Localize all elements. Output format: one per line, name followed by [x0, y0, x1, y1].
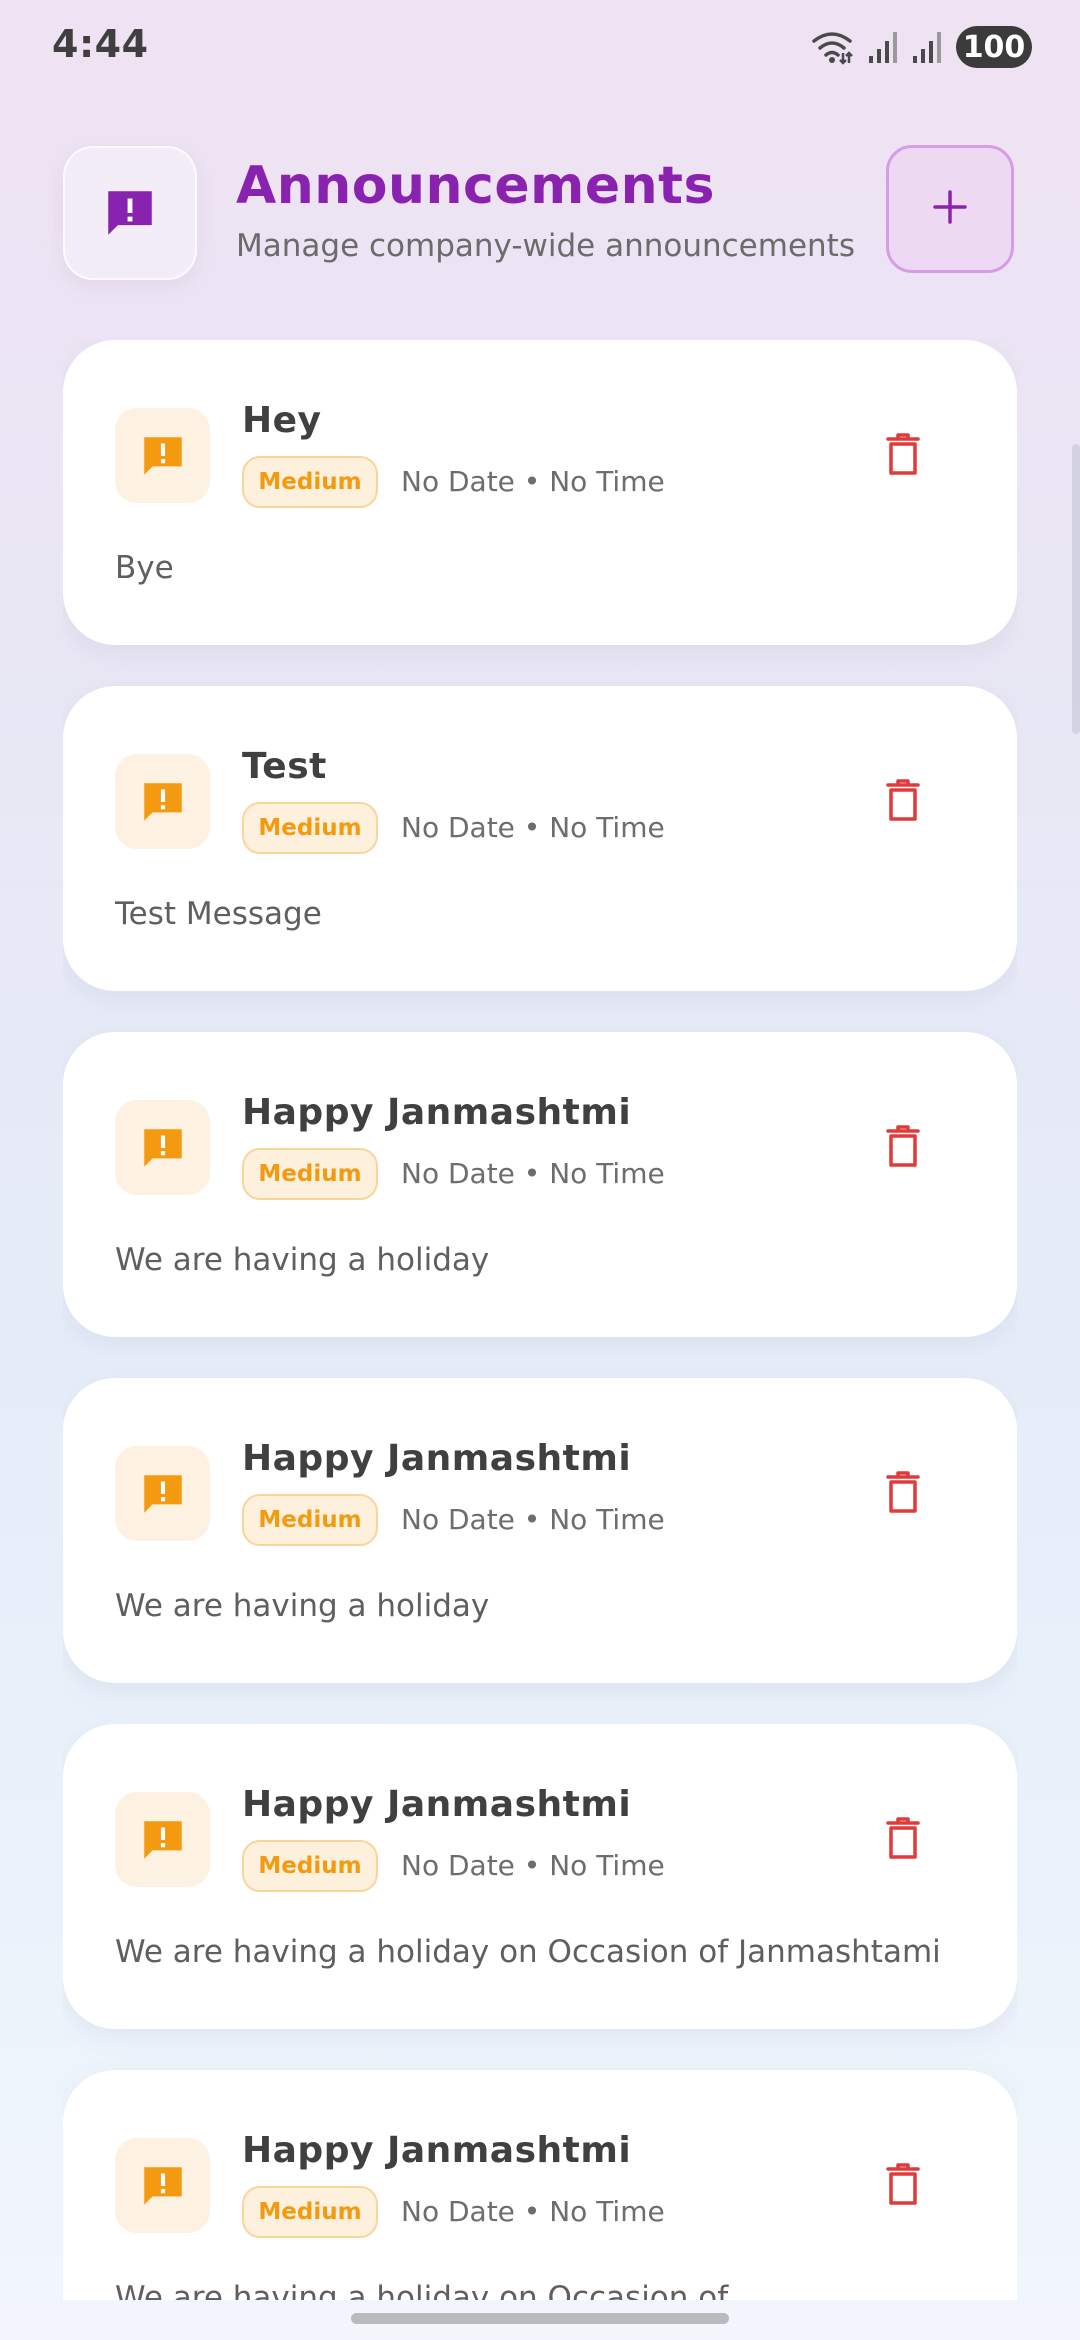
- announcement-icon: [63, 146, 197, 280]
- announcement-icon: [115, 408, 210, 503]
- announcement-title: Happy Janmashtmi: [242, 1092, 632, 1133]
- announcement-card[interactable]: Happy Janmashtmi Medium No Date • No Tim…: [63, 1378, 1017, 1683]
- announcement-title: Hey: [242, 400, 322, 441]
- trash-icon: [886, 778, 920, 826]
- status-icons: 100: [810, 26, 1032, 68]
- announcement-icon: [115, 2138, 210, 2233]
- priority-badge: Medium: [242, 2186, 378, 2238]
- announcement-datetime: No Date • No Time: [401, 2195, 665, 2228]
- announcement-card[interactable]: Test Medium No Date • No Time Test Messa…: [63, 686, 1017, 991]
- announcement-message: We are having a holiday on Occasion of: [115, 2280, 729, 2300]
- announcement-card[interactable]: Happy Janmashtmi Medium No Date • No Tim…: [63, 2070, 1017, 2300]
- scrollbar[interactable]: [1072, 444, 1080, 734]
- announcement-icon: [115, 1446, 210, 1541]
- delete-button[interactable]: [877, 426, 929, 486]
- delete-button[interactable]: [877, 772, 929, 832]
- announcement-datetime: No Date • No Time: [401, 465, 665, 498]
- priority-badge: Medium: [242, 802, 378, 854]
- announcement-datetime: No Date • No Time: [401, 811, 665, 844]
- plus-icon: [930, 187, 970, 231]
- delete-button[interactable]: [877, 1464, 929, 1524]
- announcement-title: Happy Janmashtmi: [242, 2130, 632, 2171]
- delete-button[interactable]: [877, 1118, 929, 1178]
- announcement-datetime: No Date • No Time: [401, 1503, 665, 1536]
- announcement-card[interactable]: Happy Janmashtmi Medium No Date • No Tim…: [63, 1724, 1017, 2029]
- trash-icon: [886, 1816, 920, 1864]
- priority-badge: Medium: [242, 1494, 378, 1546]
- announcement-title: Happy Janmashtmi: [242, 1438, 632, 1479]
- announcement-list[interactable]: Hey Medium No Date • No Time Bye Test Me…: [63, 340, 1017, 2300]
- announcement-message: We are having a holiday on Occasion of J…: [115, 1934, 941, 1970]
- battery-indicator: 100: [956, 26, 1032, 68]
- home-indicator[interactable]: [351, 2313, 729, 2324]
- announcement-datetime: No Date • No Time: [401, 1849, 665, 1882]
- priority-badge: Medium: [242, 1840, 378, 1892]
- announcement-card[interactable]: Hey Medium No Date • No Time Bye: [63, 340, 1017, 645]
- announcement-icon: [115, 1100, 210, 1195]
- announcement-card[interactable]: Happy Janmashtmi Medium No Date • No Tim…: [63, 1032, 1017, 1337]
- announcement-datetime: No Date • No Time: [401, 1157, 665, 1190]
- wifi-icon: [810, 29, 854, 65]
- announcement-message: We are having a holiday: [115, 1242, 490, 1278]
- trash-icon: [886, 1124, 920, 1172]
- page-title: Announcements: [236, 156, 715, 216]
- announcement-message: Test Message: [115, 896, 322, 932]
- announcement-title: Test: [242, 746, 327, 787]
- status-bar: 4:44 100: [0, 0, 1080, 96]
- add-announcement-button[interactable]: [886, 145, 1014, 273]
- trash-icon: [886, 2162, 920, 2210]
- signal-icon: [912, 30, 942, 64]
- signal-icon: [868, 30, 898, 64]
- announcement-icon: [115, 754, 210, 849]
- page-header: Announcements Manage company-wide announ…: [0, 140, 1080, 280]
- priority-badge: Medium: [242, 456, 378, 508]
- announcement-title: Happy Janmashtmi: [242, 1784, 632, 1825]
- trash-icon: [886, 1470, 920, 1518]
- priority-badge: Medium: [242, 1148, 378, 1200]
- status-time: 4:44: [52, 22, 149, 66]
- trash-icon: [886, 432, 920, 480]
- announcement-message: Bye: [115, 550, 174, 586]
- delete-button[interactable]: [877, 2156, 929, 2216]
- delete-button[interactable]: [877, 1810, 929, 1870]
- announcement-message: We are having a holiday: [115, 1588, 490, 1624]
- page-subtitle: Manage company-wide announcements: [236, 228, 855, 264]
- announcement-icon: [115, 1792, 210, 1887]
